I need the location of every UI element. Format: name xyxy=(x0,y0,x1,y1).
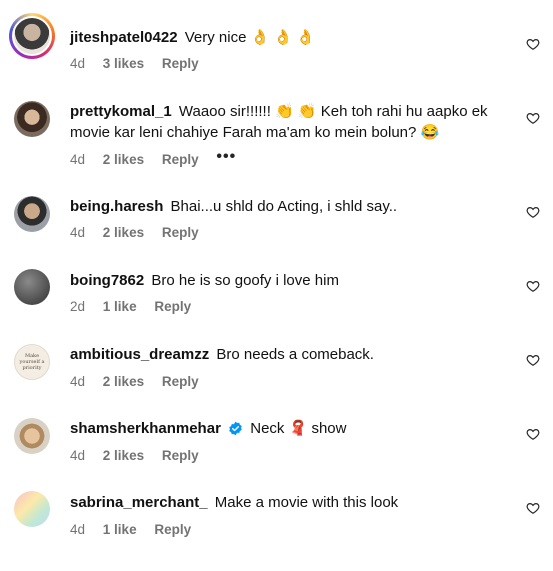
heart-outline-icon[interactable] xyxy=(526,353,540,367)
comment-meta: 4d 2 likes Reply ••• xyxy=(70,148,250,169)
reply-button[interactable]: Reply xyxy=(154,299,191,314)
heart-outline-icon[interactable] xyxy=(526,111,540,125)
reply-button[interactable]: Reply xyxy=(154,522,191,537)
username[interactable]: shamsherkhanmehar xyxy=(70,420,221,437)
username[interactable]: being.haresh xyxy=(70,198,163,215)
clapping-hands-emoji: 👏 xyxy=(275,103,294,120)
avatar[interactable]: Make yourself a priority xyxy=(14,344,50,380)
like-count[interactable]: 2 likes xyxy=(103,225,144,240)
username[interactable]: prettykomal_1 xyxy=(70,103,172,120)
heart-outline-icon[interactable] xyxy=(526,37,540,51)
avatar-text: Make yourself a priority xyxy=(19,353,45,371)
heart-outline-icon[interactable] xyxy=(526,279,540,293)
avatar[interactable] xyxy=(14,418,50,454)
comment-text: Very nice xyxy=(184,29,247,46)
username[interactable]: ambitious_dreamzz xyxy=(70,346,209,363)
clapping-hands-emoji: 👏 xyxy=(297,103,317,120)
comment-age: 4d xyxy=(70,225,86,240)
comment-meta: 4d 1 like Reply xyxy=(70,522,205,537)
comment-meta: 4d 2 likes Reply xyxy=(70,448,213,463)
username[interactable]: sabrina_merchant_ xyxy=(70,494,208,511)
comment-text: Waaoo sir!!!!!! xyxy=(178,103,271,120)
scarf-emoji: 🧣 xyxy=(288,420,308,437)
comment-meta: 4d 2 likes Reply xyxy=(70,225,213,240)
like-count[interactable]: 2 likes xyxy=(103,448,144,463)
username[interactable]: boing7862 xyxy=(70,272,144,289)
ok-hand-emoji: 👌 xyxy=(250,29,270,46)
laughing-emoji: 😂 xyxy=(420,124,440,141)
heart-outline-icon[interactable] xyxy=(526,501,540,515)
avatar[interactable] xyxy=(14,269,50,305)
comment-age: 4d xyxy=(70,56,86,71)
like-count[interactable]: 2 likes xyxy=(103,374,144,389)
ok-hand-emoji: 👌 xyxy=(296,29,316,46)
heart-outline-icon[interactable] xyxy=(526,205,540,219)
like-count[interactable]: 1 like xyxy=(103,522,137,537)
comment-text: show xyxy=(311,420,347,437)
avatar[interactable] xyxy=(14,491,50,527)
comment-text: Make a movie with this look xyxy=(214,494,399,511)
comment-text: Bro needs a comeback. xyxy=(216,346,374,363)
comment-text: Neck xyxy=(250,420,285,437)
more-dots-icon[interactable]: ••• xyxy=(216,148,236,165)
comment-age: 4d xyxy=(70,152,86,167)
reply-button[interactable]: Reply xyxy=(162,225,199,240)
avatar[interactable] xyxy=(14,196,50,232)
like-count[interactable]: 1 like xyxy=(103,299,137,314)
avatar[interactable] xyxy=(9,13,55,59)
reply-button[interactable]: Reply xyxy=(162,152,199,167)
comment-meta: 4d 3 likes Reply xyxy=(70,56,213,71)
like-count[interactable]: 3 likes xyxy=(103,56,144,71)
avatar[interactable] xyxy=(14,101,50,137)
heart-outline-icon[interactable] xyxy=(526,427,540,441)
reply-button[interactable]: Reply xyxy=(162,374,199,389)
comment-meta: 2d 1 like Reply xyxy=(70,299,205,314)
verified-badge-icon xyxy=(229,421,242,436)
comment-age: 2d xyxy=(70,299,86,314)
comment-age: 4d xyxy=(70,374,86,389)
comment-meta: 4d 2 likes Reply xyxy=(70,374,213,389)
comment-age: 4d xyxy=(70,522,86,537)
comment-age: 4d xyxy=(70,448,86,463)
ok-hand-emoji: 👌 xyxy=(273,29,293,46)
reply-button[interactable]: Reply xyxy=(162,448,199,463)
comment-text: Bro he is so goofy i love him xyxy=(151,272,339,289)
like-count[interactable]: 2 likes xyxy=(103,152,144,167)
username[interactable]: jiteshpatel0422 xyxy=(70,29,178,46)
comment-text: Bhai...u shld do Acting, i shld say.. xyxy=(170,198,398,215)
reply-button[interactable]: Reply xyxy=(162,56,199,71)
